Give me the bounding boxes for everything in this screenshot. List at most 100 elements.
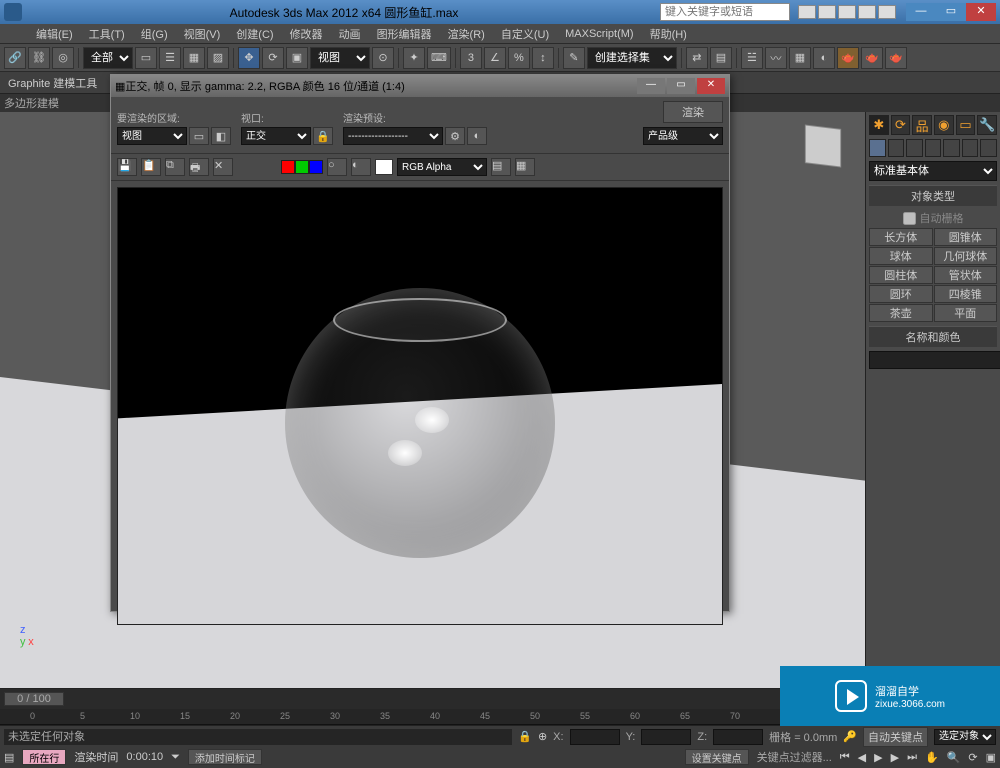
playback-end-icon[interactable]: ⏭ — [907, 751, 917, 764]
copy-image-icon[interactable]: 📋 — [141, 158, 161, 176]
create-torus-button[interactable]: 圆环 — [869, 285, 933, 303]
coord-display-icon[interactable]: ⊕ — [538, 730, 547, 743]
menu-views[interactable]: 视图(V) — [178, 24, 227, 44]
menu-modifiers[interactable]: 修改器 — [284, 24, 329, 44]
key-selection-dropdown[interactable]: 选定对象 — [934, 729, 996, 745]
select-region-icon[interactable]: ▦ — [183, 47, 205, 69]
channel-dropdown[interactable]: RGB Alpha — [397, 158, 487, 176]
tab-utilities-icon[interactable]: 🔧 — [977, 115, 997, 135]
rgb-channel-toggles[interactable] — [281, 160, 323, 174]
menu-edit[interactable]: 编辑(E) — [30, 24, 79, 44]
curve-editor-icon[interactable]: 〰 — [765, 47, 787, 69]
create-teapot-button[interactable]: 茶壶 — [869, 304, 933, 322]
refcoord-dropdown[interactable]: 视图 — [310, 47, 370, 69]
percent-snap-icon[interactable]: % — [508, 47, 530, 69]
render-preset-dropdown[interactable]: ------------------ — [343, 127, 443, 145]
link-icon[interactable]: 🔗 — [4, 47, 26, 69]
menu-animation[interactable]: 动画 — [333, 24, 367, 44]
current-line-button[interactable]: 所在行 — [22, 749, 66, 765]
tab-create-icon[interactable]: ✱ — [869, 115, 889, 135]
nav-orbit-icon[interactable]: ⟳ — [968, 751, 977, 764]
sub-shapes-icon[interactable] — [888, 139, 905, 157]
manip-icon[interactable]: ✦ — [403, 47, 425, 69]
rotate-icon[interactable]: ⟳ — [262, 47, 284, 69]
select-icon[interactable]: ▭ — [135, 47, 157, 69]
tab-modify-icon[interactable]: ⟳ — [891, 115, 911, 135]
sub-spacewarps-icon[interactable] — [962, 139, 979, 157]
pivot-icon[interactable]: ⊙ — [372, 47, 394, 69]
render-viewport-dropdown[interactable]: 正交 — [241, 127, 311, 145]
render-setup-shortcut-icon[interactable]: ⚙ — [445, 127, 465, 145]
sub-geometry-icon[interactable] — [869, 139, 886, 157]
layers-icon[interactable]: ☱ — [741, 47, 763, 69]
overlay-b-icon[interactable]: ▦ — [515, 158, 535, 176]
menu-group[interactable]: 组(G) — [135, 24, 174, 44]
render-button[interactable]: 渲染 — [663, 101, 723, 123]
key-mode-icon[interactable]: 🔑 — [843, 730, 857, 743]
menu-help[interactable]: 帮助(H) — [644, 24, 693, 44]
script-listener-icon[interactable]: ▤ — [4, 751, 14, 764]
window-close-button[interactable]: ✕ — [966, 3, 996, 21]
create-cylinder-button[interactable]: 圆柱体 — [869, 266, 933, 284]
scale-icon[interactable]: ▣ — [286, 47, 308, 69]
primitive-category-dropdown[interactable]: 标准基本体 — [869, 161, 997, 181]
menu-customize[interactable]: 自定义(U) — [495, 24, 555, 44]
z-coord-input[interactable] — [713, 729, 763, 745]
mirror-icon[interactable]: ⇄ — [686, 47, 708, 69]
playback-play-icon[interactable]: ▶ — [874, 751, 882, 764]
mono-channel-icon[interactable]: ◐ — [351, 158, 371, 176]
create-pyramid-button[interactable]: 四棱锥 — [934, 285, 998, 303]
setkey-button[interactable]: 设置关键点 — [685, 749, 749, 765]
lock-viewport-icon[interactable]: 🔒 — [313, 127, 333, 145]
render-close-button[interactable]: ✕ — [697, 78, 725, 94]
create-box-button[interactable]: 长方体 — [869, 228, 933, 246]
render-frame-icon[interactable]: 🫖 — [861, 47, 883, 69]
angle-snap-icon[interactable]: ∠ — [484, 47, 506, 69]
sub-helpers-icon[interactable] — [943, 139, 960, 157]
schematic-icon[interactable]: ▦ — [789, 47, 811, 69]
playback-next-icon[interactable]: ▶ — [891, 751, 899, 764]
window-maximize-button[interactable]: ▭ — [936, 3, 966, 21]
info-center-icons[interactable] — [798, 5, 896, 19]
rendered-image[interactable] — [117, 187, 723, 625]
snap-icon[interactable]: 3 — [460, 47, 482, 69]
time-slider[interactable]: 0 / 100 — [4, 692, 64, 706]
move-icon[interactable]: ✥ — [238, 47, 260, 69]
sub-cameras-icon[interactable] — [925, 139, 942, 157]
playback-start-icon[interactable]: ⏮ — [840, 751, 850, 764]
create-sphere-button[interactable]: 球体 — [869, 247, 933, 265]
rollout-name-color[interactable]: 名称和颜色 — [869, 326, 997, 347]
selection-filter-dropdown[interactable]: 全部 — [83, 47, 133, 69]
nav-zoom-icon[interactable]: 🔍 — [947, 751, 961, 764]
environment-icon[interactable]: ◐ — [467, 127, 487, 145]
create-plane-button[interactable]: 平面 — [934, 304, 998, 322]
menu-graph[interactable]: 图形编辑器 — [371, 24, 438, 44]
sub-systems-icon[interactable] — [980, 139, 997, 157]
object-name-input[interactable] — [869, 351, 1000, 369]
render-output-dropdown[interactable]: 产品级 — [643, 127, 723, 145]
create-cone-button[interactable]: 圆锥体 — [934, 228, 998, 246]
auto-region-icon[interactable]: ◧ — [211, 127, 231, 145]
tab-motion-icon[interactable]: ◉ — [934, 115, 954, 135]
help-search-input[interactable] — [660, 3, 790, 21]
create-geosphere-button[interactable]: 几何球体 — [934, 247, 998, 265]
polygon-modeling-tab[interactable]: 多边形建模 — [4, 95, 59, 111]
area-to-render-dropdown[interactable]: 视图 — [117, 127, 187, 145]
tab-hierarchy-icon[interactable]: 品 — [912, 115, 932, 135]
material-editor-icon[interactable]: ◐ — [813, 47, 835, 69]
key-filters-label[interactable]: 关键点过滤器... — [757, 749, 832, 765]
spinner-snap-icon[interactable]: ↕ — [532, 47, 554, 69]
x-coord-input[interactable] — [570, 729, 620, 745]
nav-pan-icon[interactable]: ✋ — [925, 751, 939, 764]
autogrid-checkbox[interactable] — [903, 212, 916, 225]
unlink-icon[interactable]: ⛓ — [28, 47, 50, 69]
clear-image-icon[interactable]: ✕ — [213, 158, 233, 176]
menu-maxscript[interactable]: MAXScript(M) — [559, 26, 639, 42]
named-selection-dropdown[interactable]: 创建选择集 — [587, 47, 677, 69]
time-tag-icon[interactable]: ⏷ — [171, 751, 180, 764]
sub-lights-icon[interactable] — [906, 139, 923, 157]
add-time-tag-button[interactable]: 添加时间标记 — [188, 749, 262, 765]
tab-display-icon[interactable]: ▭ — [956, 115, 976, 135]
render-minimize-button[interactable]: — — [637, 78, 665, 94]
print-image-icon[interactable]: 🖶 — [189, 158, 209, 176]
